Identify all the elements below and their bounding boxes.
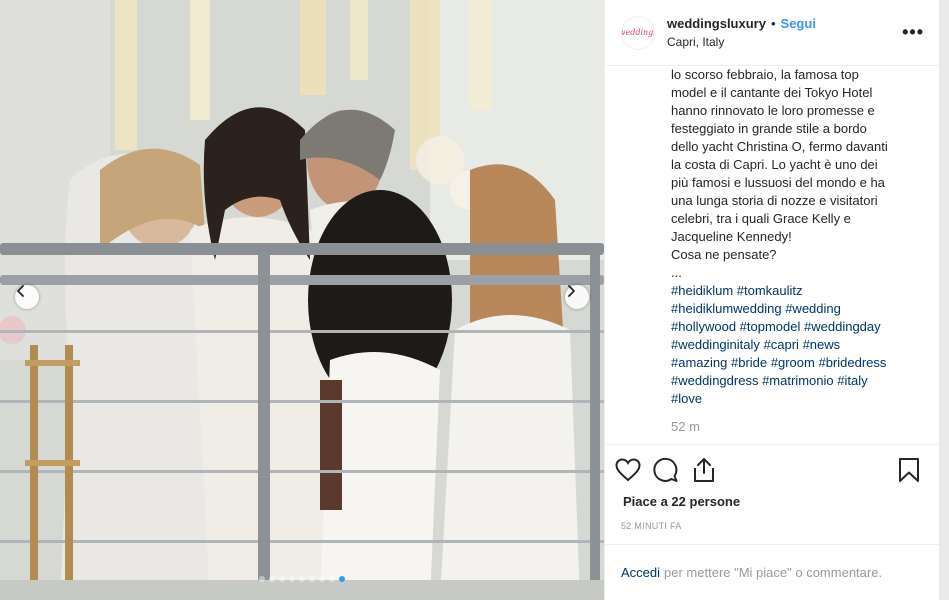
caption-line: lo scorso febbraio, la famosa top: [671, 67, 859, 82]
post-header: weddings weddingsluxury • Segui Capri, I…: [605, 0, 940, 66]
hashtag-link[interactable]: #italy: [837, 373, 867, 388]
hashtag-line: #heidiklumwedding #wedding: [671, 300, 933, 318]
hashtag-link[interactable]: #bride: [731, 355, 767, 370]
wedding-photo-illustration: [0, 0, 604, 600]
carousel-dot: [339, 576, 345, 582]
carousel-next-button[interactable]: [565, 285, 589, 309]
action-icons: [613, 455, 719, 485]
hashtag-link[interactable]: #heidiklumwedding: [671, 301, 782, 316]
avatar[interactable]: weddings: [621, 15, 655, 50]
window-scrollbar-gutter: [939, 0, 949, 600]
carousel-dot: [319, 576, 325, 582]
hashtag-link[interactable]: #groom: [771, 355, 815, 370]
comment-prompt-text: per mettere "Mi piace" o commentare.: [664, 565, 883, 580]
carousel-dot: [259, 576, 265, 582]
hashtag-link[interactable]: #weddingday: [804, 319, 881, 334]
hashtag-link[interactable]: #weddinginitaly: [671, 337, 760, 352]
carousel-indicator: [0, 576, 604, 582]
location-link[interactable]: Capri, Italy: [667, 35, 816, 49]
carousel-dot: [289, 576, 295, 582]
heart-icon: [615, 458, 641, 482]
share-button[interactable]: [689, 455, 719, 485]
bookmark-icon: [899, 458, 919, 482]
post-caption: lo scorso febbraio, la famosa top model e…: [671, 66, 933, 442]
comment-icon: [653, 457, 678, 482]
caption-line: hanno rinnovato le loro promesse e: [671, 103, 875, 118]
hashtag-line: #hollywood #topmodel #weddingday: [671, 318, 933, 336]
post-header-line: weddingsluxury • Segui: [667, 16, 816, 31]
hashtag-link[interactable]: #matrimonio: [762, 373, 834, 388]
more-options-button[interactable]: •••: [902, 22, 924, 43]
carousel-dot: [279, 576, 285, 582]
hashtag-line: #heidiklum #tomkaulitz: [671, 282, 933, 300]
caption-line: Cosa ne pensate?: [671, 247, 777, 262]
share-icon: [694, 458, 714, 482]
like-button[interactable]: [613, 455, 643, 485]
chevron-left-icon: [17, 285, 24, 297]
caption-text: lo scorso febbraio, la famosa top model e…: [671, 66, 933, 282]
caption-line: model e il cantante dei Tokyo Hotel: [671, 85, 873, 100]
hashtag-link[interactable]: #capri: [764, 337, 799, 352]
comment-login-prompt: Accedi per mettere "Mi piace" o commenta…: [605, 544, 940, 600]
post-side-panel: weddings weddingsluxury • Segui Capri, I…: [604, 0, 940, 600]
hashtag-link[interactable]: #wedding: [785, 301, 841, 316]
hashtag-link[interactable]: #hollywood: [671, 319, 736, 334]
caption-timestamp[interactable]: 52 m: [671, 418, 933, 436]
carousel-dot: [299, 576, 305, 582]
post-timestamp: 52 MINUTI FA: [621, 521, 682, 531]
caption-line: la costa di Capri. Lo yacht è uno dei: [671, 157, 878, 172]
follow-button[interactable]: Segui: [781, 16, 816, 31]
hashtag-line: #weddinginitaly #capri #news: [671, 336, 933, 354]
post-actions: Piace a 22 persone 52 MINUTI FA: [605, 444, 940, 544]
carousel-dot: [329, 576, 335, 582]
comment-button[interactable]: [651, 455, 681, 485]
hashtag-link[interactable]: #amazing: [671, 355, 727, 370]
caption-line: ...: [671, 265, 682, 280]
hashtag-link[interactable]: #bridedress: [818, 355, 886, 370]
caption-line: una lunga storia di nozze e visitatori: [671, 193, 878, 208]
hashtag-line: #amazing #bride #groom #bridedress: [671, 354, 933, 372]
caption-line: dello yacht Christina O, fermo davanti: [671, 139, 888, 154]
post-header-text: weddingsluxury • Segui Capri, Italy: [667, 16, 816, 49]
save-button[interactable]: [894, 455, 924, 485]
avatar-logo-text: weddings: [622, 28, 654, 37]
carousel-prev-button[interactable]: [15, 285, 39, 309]
carousel-dot: [309, 576, 315, 582]
caption-hashtags: #heidiklum #tomkaulitz #heidiklumwedding …: [671, 282, 933, 408]
hashtag-line: #love: [671, 390, 933, 408]
separator-dot: •: [770, 16, 776, 31]
hashtag-link[interactable]: #news: [803, 337, 841, 352]
hashtag-link[interactable]: #topmodel: [740, 319, 801, 334]
hashtag-link[interactable]: #tomkaulitz: [737, 283, 803, 298]
hashtag-link[interactable]: #heidiklum: [671, 283, 733, 298]
hashtag-line: #weddingdress #matrimonio #italy: [671, 372, 933, 390]
caption-line: celebri, tra i quali Grace Kelly e: [671, 211, 851, 226]
login-link[interactable]: Accedi: [621, 565, 660, 580]
post-photo[interactable]: [0, 0, 604, 600]
carousel-dot: [269, 576, 275, 582]
hashtag-link[interactable]: #love: [671, 391, 702, 406]
likes-count[interactable]: Piace a 22 persone: [623, 494, 740, 509]
caption-line: festeggiato in grande stile a bordo: [671, 121, 867, 136]
caption-line: più famosi e lussuosi del mondo e ha: [671, 175, 885, 190]
caption-line: Jacqueline Kennedy!: [671, 229, 792, 244]
hashtag-link[interactable]: #weddingdress: [671, 373, 758, 388]
username-link[interactable]: weddingsluxury: [667, 16, 766, 31]
chevron-right-icon: [568, 285, 575, 297]
